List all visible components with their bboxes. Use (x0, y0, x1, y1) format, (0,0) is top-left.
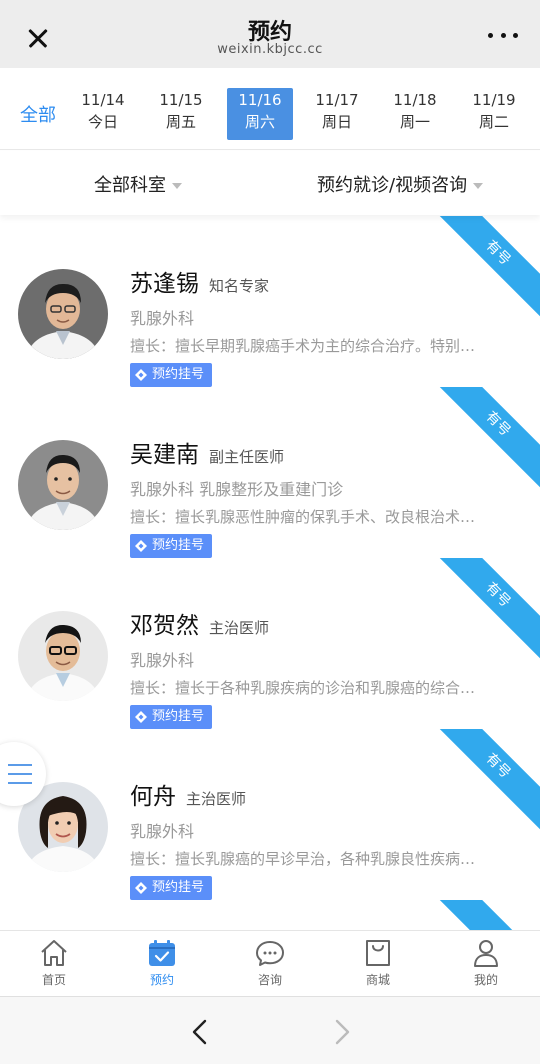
weekday-label: 周日 (321, 113, 352, 131)
doctor-name: 何舟 (130, 784, 176, 810)
diamond-icon (135, 711, 147, 723)
doctor-department: 乳腺外科 (130, 651, 195, 670)
doctor-avatar (18, 269, 108, 359)
doctor-list: 有号 苏逢锡 知名专家 乳腺外科 擅长：擅长早期乳腺癌手术为主的综合治疗。特别… … (0, 216, 540, 930)
doctor-name-row: 苏逢锡 知名专家 (130, 264, 269, 298)
availability-ribbon (430, 900, 540, 930)
date-tab-selected[interactable]: 11/16 周六 (227, 88, 293, 140)
chat-icon (256, 941, 284, 966)
page-url: weixin.kbjcc.cc (217, 42, 323, 57)
availability-ribbon: 有号 (430, 216, 540, 321)
date-label: 11/16 (238, 91, 282, 109)
book-appointment-label: 预约挂号 (152, 367, 205, 382)
book-appointment-button[interactable]: 预约挂号 (130, 876, 213, 900)
date-tab[interactable]: 11/14 今日 (70, 88, 136, 140)
date-label: 11/14 (81, 91, 125, 109)
doctor-card[interactable]: 有号 邓贺然 主治医师 乳腺外科 擅长：擅长于各种乳腺疾病的诊治和乳腺癌的综合… … (0, 558, 540, 729)
book-appointment-button[interactable]: 预约挂号 (130, 363, 213, 387)
filter-bar: 全部科室 预约就诊/视频咨询 (0, 151, 540, 215)
visit-type-filter[interactable]: 预约就诊/视频咨询 (317, 171, 484, 197)
doctor-specialty: 擅长：擅长于各种乳腺疾病的诊治和乳腺癌的综合… (130, 679, 476, 697)
doctor-department: 乳腺外科 (130, 822, 195, 841)
doctor-card[interactable]: 有号 何舟 主治医师 乳腺外科 擅长：擅长乳腺癌的早诊早治，各种乳腺良性疾病… 预… (0, 729, 540, 900)
caret-down-icon (473, 183, 484, 189)
diamond-icon (135, 369, 147, 381)
doctor-card[interactable]: 有号 吴建南 副主任医师 乳腺外科 乳腺整形及重建门诊 擅长：擅长乳腺恶性肿瘤的保… (0, 387, 540, 558)
tab-appointment-label: 预约 (149, 973, 174, 987)
doctor-specialty: 擅长：擅长乳腺恶性肿瘤的保乳手术、改良根治术… (130, 508, 476, 526)
shopping-bag-icon (366, 940, 390, 966)
date-label: 11/18 (393, 91, 437, 109)
date-tab[interactable]: 11/19 周二 (461, 88, 527, 140)
menu-icon-line (8, 782, 32, 784)
menu-icon-line (8, 773, 32, 775)
doctor-specialty: 擅长：擅长早期乳腺癌手术为主的综合治疗。特别… (130, 337, 476, 355)
tab-mall-label: 商城 (365, 973, 390, 987)
bottom-tab-bar: 首页 预约 咨询 商城 我的 (0, 930, 540, 996)
doctor-card[interactable]: 有号 苏逢锡 知名专家 乳腺外科 擅长：擅长早期乳腺癌手术为主的综合治疗。特别… … (0, 216, 540, 387)
date-tab[interactable]: 11/17 周日 (304, 88, 370, 140)
weekday-label: 今日 (87, 113, 118, 131)
doctor-name-row: 邓贺然 主治医师 (130, 606, 269, 640)
doctor-department: 乳腺外科 (130, 309, 195, 328)
top-bar: 预约 weixin.kbjcc.cc (0, 0, 540, 68)
doctor-name-row: 何舟 主治医师 (130, 777, 246, 811)
date-label: 11/15 (159, 91, 203, 109)
back-arrow-icon[interactable] (186, 1017, 216, 1047)
doctor-specialty: 擅长：擅长乳腺癌的早诊早治，各种乳腺良性疾病… (130, 850, 476, 868)
doctor-title: 主治医师 (209, 619, 270, 637)
tab-home-label: 首页 (41, 973, 66, 987)
date-label: 11/17 (315, 91, 359, 109)
doctor-name: 吴建南 (130, 442, 199, 468)
doctor-name: 邓贺然 (130, 613, 199, 639)
doctor-title: 主治医师 (186, 790, 247, 808)
diamond-icon (135, 540, 147, 552)
department-filter-label: 全部科室 (94, 175, 166, 196)
date-tab[interactable]: 11/18 周一 (382, 88, 448, 140)
doctor-name-row: 吴建南 副主任医师 (130, 435, 284, 469)
tab-appointment[interactable]: 预约 (122, 937, 202, 988)
book-appointment-button[interactable]: 预约挂号 (130, 705, 213, 729)
tab-me[interactable]: 我的 (446, 937, 526, 988)
diamond-icon (135, 882, 147, 894)
visit-type-filter-label: 预约就诊/视频咨询 (317, 175, 468, 196)
doctor-avatar (18, 440, 108, 530)
home-icon (41, 940, 67, 966)
date-label: 11/19 (472, 91, 516, 109)
more-options-icon[interactable] (488, 30, 518, 40)
doctor-department: 乳腺外科 乳腺整形及重建门诊 (130, 480, 344, 499)
doctor-avatar (18, 611, 108, 701)
tab-mall[interactable]: 商城 (338, 937, 418, 988)
weekday-label: 周六 (244, 113, 275, 131)
book-appointment-label: 预约挂号 (152, 880, 205, 895)
book-appointment-button[interactable]: 预约挂号 (130, 534, 213, 558)
user-icon (474, 940, 498, 967)
forward-arrow-icon[interactable] (326, 1017, 356, 1047)
department-filter[interactable]: 全部科室 (94, 171, 182, 197)
weekday-label: 周二 (478, 113, 509, 131)
doctor-title: 副主任医师 (209, 448, 285, 466)
book-appointment-label: 预约挂号 (152, 538, 205, 553)
weekday-label: 周五 (165, 113, 196, 131)
date-tab[interactable]: 11/15 周五 (148, 88, 214, 140)
menu-icon (8, 764, 32, 766)
doctor-card-partial[interactable] (0, 900, 540, 930)
availability-ribbon: 有号 (430, 558, 540, 663)
doctor-title: 知名专家 (209, 277, 270, 295)
doctor-name: 苏逢锡 (130, 271, 199, 297)
tab-home[interactable]: 首页 (14, 937, 94, 988)
browser-nav-bar (0, 996, 540, 1064)
availability-ribbon: 有号 (430, 387, 540, 492)
tab-all-dates[interactable]: 全部 (20, 101, 56, 127)
tab-me-label: 我的 (473, 973, 498, 987)
tab-consult[interactable]: 咨询 (230, 937, 310, 988)
weekday-label: 周一 (399, 113, 430, 131)
calendar-icon (149, 940, 175, 966)
availability-ribbon: 有号 (430, 729, 540, 834)
caret-down-icon (172, 183, 182, 189)
tab-consult-label: 咨询 (257, 973, 282, 987)
book-appointment-label: 预约挂号 (152, 709, 205, 724)
date-selector: 全部 11/14 今日 11/15 周五 11/16 周六 11/17 周日 1… (0, 68, 540, 150)
